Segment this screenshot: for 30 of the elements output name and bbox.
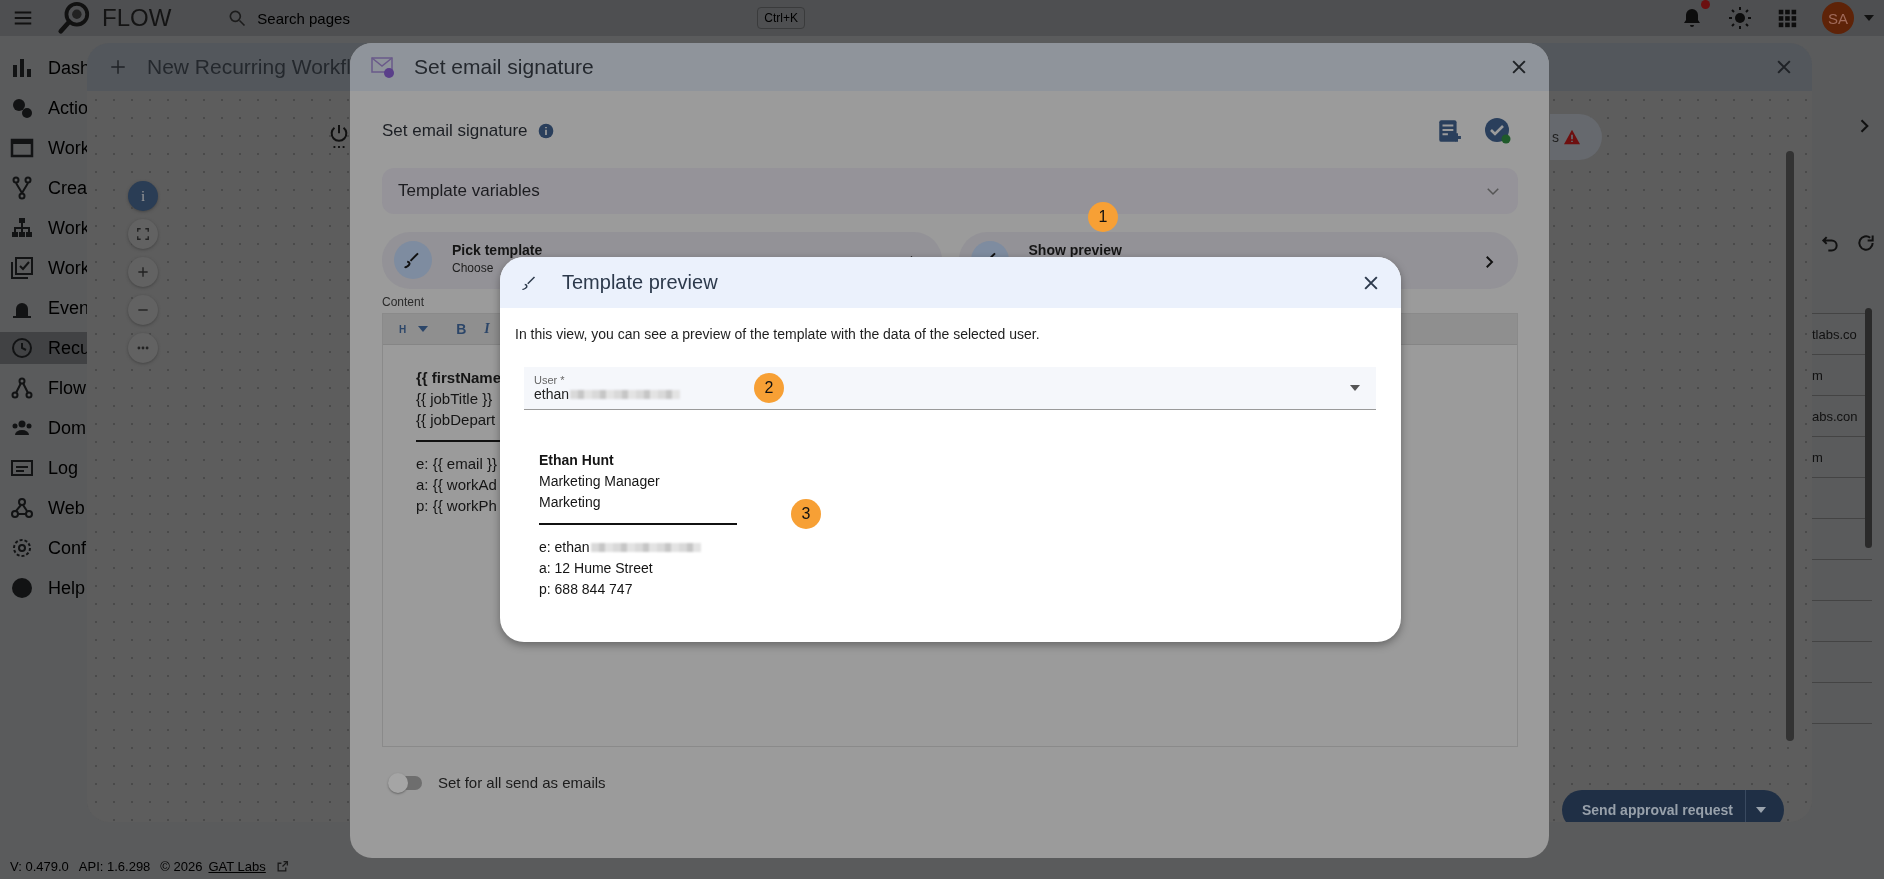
toggle-label: Set for all send as emails: [438, 774, 606, 791]
version-text: V: 0.479.0: [10, 858, 69, 874]
signature-line: Marketing: [539, 493, 601, 512]
step-marker: 3: [791, 499, 821, 529]
signature-line: e: ethan: [539, 537, 701, 558]
text-line: p: {{ workPh: [416, 496, 497, 516]
dialog-title: Template preview: [562, 271, 718, 294]
dialog-title: Set email signature: [414, 55, 594, 79]
copyright-text: © 2026: [160, 858, 203, 874]
signature-line: a: 12 Hume Street: [539, 559, 653, 578]
app-name: FLOW: [102, 4, 172, 32]
text-line: {{ jobDepart: [416, 410, 496, 430]
text-line: {{ firstName: [416, 368, 502, 388]
table-cell: m: [1812, 367, 1823, 383]
description-text: In this view, you can see a preview of the template with the data of the selected user.: [515, 325, 1041, 343]
signature-name: Ethan Hunt: [539, 451, 614, 470]
table-cell: tlabs.co: [1812, 326, 1857, 342]
signature-line: Marketing Manager: [539, 472, 660, 491]
shortcut-hint: Ctrl+K: [757, 7, 805, 29]
card-subtitle: Choose: [452, 261, 494, 275]
api-version-text: API: 1.6.298: [78, 858, 151, 874]
table-cell: m: [1812, 449, 1823, 465]
field-label: Content: [382, 295, 426, 309]
section-heading: Set email signature: [382, 121, 528, 141]
text-line: e: {{ email }}: [416, 454, 497, 474]
text-line: a: {{ workAd: [416, 475, 497, 495]
step-marker: 2: [754, 373, 784, 403]
signature-line: p: 688 844 747: [539, 580, 633, 599]
table-cell: abs.con: [1812, 408, 1858, 424]
text-line: {{ jobTitle }}: [416, 389, 493, 409]
